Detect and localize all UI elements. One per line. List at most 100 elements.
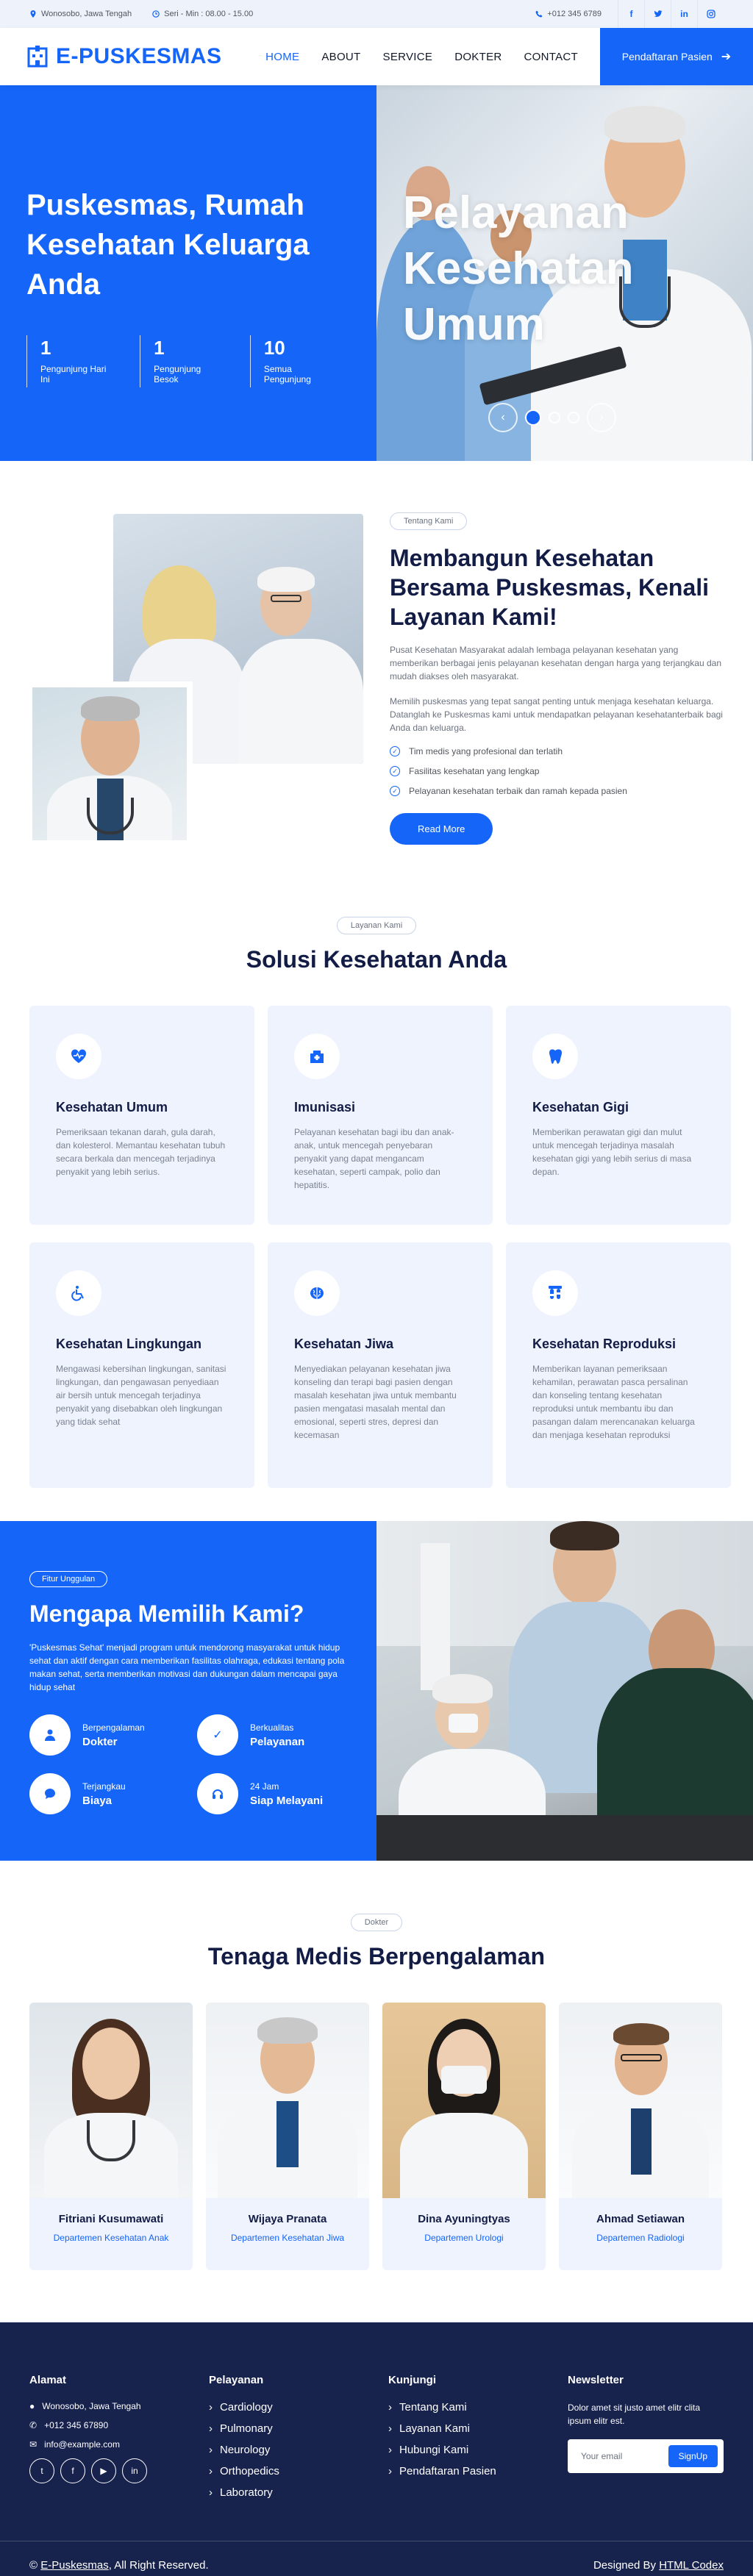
- footer-address-text: Wonosobo, Jawa Tengah: [42, 2401, 141, 2411]
- feature-item: Terjangkau Biaya: [29, 1773, 197, 1814]
- service-desc: Pemeriksaan tekanan darah, gula darah, d…: [56, 1127, 226, 1177]
- footer-link[interactable]: › Hubungi Kami: [388, 2444, 568, 2456]
- stat-tomorrow: 1 Pengunjung Besok: [140, 335, 237, 387]
- about-content: Tentang Kami Membangun Kesehatan Bersama…: [390, 512, 724, 845]
- hero-intro: Puskesmas, Rumah Kesehatan Keluarga Anda…: [0, 85, 376, 461]
- feature-label: Terjangkau: [82, 1781, 126, 1792]
- visitor-stats: 1 Pengunjung Hari Ini 1 Pengunjung Besok…: [26, 335, 350, 387]
- checklist-item: ✓ Tim medis yang profesional dan terlatih: [390, 746, 724, 756]
- service-card[interactable]: Kesehatan Umum Pemeriksaan tekanan darah…: [29, 1006, 254, 1225]
- twitter-icon[interactable]: t: [29, 2458, 54, 2483]
- service-title: Kesehatan Jiwa: [294, 1337, 394, 1351]
- doctor-card[interactable]: Ahmad Setiawan Departemen Radiologi: [559, 2003, 722, 2270]
- footer-services-col: Pelayanan › Cardiology › Pulmonary › Neurol…: [209, 2374, 388, 2508]
- about-checklist: ✓ Tim medis yang profesional dan terlatih…: [390, 746, 724, 796]
- carousel-dot-3[interactable]: [568, 412, 579, 423]
- doctor-name: Dina Ayuningtyas: [418, 2213, 510, 2225]
- instagram-icon[interactable]: [697, 0, 724, 28]
- doctor-card[interactable]: Dina Ayuningtyas Departemen Urologi: [382, 2003, 546, 2270]
- feature-label: Berpengalaman: [82, 1722, 145, 1733]
- chevron-right-icon: ›: [209, 2465, 213, 2477]
- nav-dokter[interactable]: DOKTER: [454, 51, 502, 63]
- doctor-department[interactable]: Departemen Radiologi: [559, 2233, 722, 2243]
- doctor-department[interactable]: Departemen Kesehatan Anak: [29, 2233, 193, 2243]
- footer-newsletter-col: Newsletter Dolor amet sit justo amet eli…: [568, 2374, 724, 2508]
- nav-home[interactable]: HOME: [265, 51, 299, 63]
- footer-link[interactable]: › Neurology: [209, 2444, 388, 2456]
- nav-about[interactable]: ABOUT: [321, 51, 360, 63]
- service-card[interactable]: Kesehatan Reproduksi Memberikan layanan …: [506, 1242, 731, 1488]
- about-title: Membangun Kesehatan Bersama Puskesmas, K…: [390, 545, 710, 630]
- services-pill: Layanan Kami: [336, 917, 417, 934]
- carousel-controls: ‹ ›: [488, 403, 616, 432]
- feature-value: Siap Melayani: [250, 1794, 324, 1807]
- youtube-icon[interactable]: ▶: [91, 2458, 116, 2483]
- footer-email-text: info@example.com: [44, 2439, 120, 2450]
- phone-icon: ✆: [29, 2420, 38, 2430]
- footer-phone: ✆ +012 345 67890: [29, 2420, 209, 2430]
- footer-link[interactable]: › Laboratory: [209, 2486, 388, 2499]
- checklist-item: ✓ Pelayanan kesehatan terbaik dan ramah k…: [390, 786, 724, 796]
- footer-email: ✉ info@example.com: [29, 2439, 209, 2450]
- hero-headline: Puskesmas, Rumah Kesehatan Keluarga Anda: [26, 189, 310, 301]
- service-card[interactable]: Kesehatan Gigi Memberikan perawatan gigi…: [506, 1006, 731, 1225]
- headset-icon: [197, 1773, 238, 1814]
- topbar-phone-text: +012 345 6789: [547, 10, 602, 18]
- facebook-icon[interactable]: f: [60, 2458, 85, 2483]
- why-pill: Fitur Unggulan: [29, 1571, 108, 1587]
- carousel-next-button[interactable]: ›: [587, 403, 616, 432]
- hero-slide-title: Pelayanan Kesehatan Umum: [403, 187, 634, 350]
- checklist-text: Fasilitas kesehatan yang lengkap: [409, 766, 540, 776]
- footer-link[interactable]: › Layanan Kami: [388, 2422, 568, 2435]
- feature-label: 24 Jam: [250, 1781, 279, 1792]
- twitter-icon[interactable]: [644, 0, 671, 28]
- copyright-link[interactable]: E-Puskesmas: [40, 2559, 109, 2572]
- footer-link[interactable]: › Cardiology: [209, 2401, 388, 2414]
- chevron-right-icon: ›: [388, 2444, 392, 2456]
- linkedin-icon[interactable]: in: [671, 0, 697, 28]
- service-card[interactable]: Kesehatan Lingkungan Mengawasi kebersiha…: [29, 1242, 254, 1488]
- checklist-item: ✓ Fasilitas kesehatan yang lengkap: [390, 766, 724, 776]
- doctor-department[interactable]: Departemen Urologi: [382, 2233, 546, 2243]
- register-patient-button[interactable]: Pendaftaran Pasien ➔: [600, 28, 753, 85]
- newsletter-email-input[interactable]: Your email: [581, 2451, 622, 2461]
- footer-link[interactable]: › Tentang Kami: [388, 2401, 568, 2414]
- service-card[interactable]: Imunisasi Pelayanan kesehatan bagi ibu d…: [268, 1006, 493, 1225]
- signup-button[interactable]: SignUp: [668, 2445, 718, 2467]
- feature-item: 24 Jam Siap Melayani: [197, 1773, 344, 1814]
- vial-icon: [532, 1270, 578, 1316]
- stat-all: 10 Semua Pengunjung: [249, 335, 350, 387]
- carousel-dot-1[interactable]: [525, 409, 541, 426]
- service-desc: Pelayanan kesehatan bagi ibu dan anak-an…: [294, 1127, 454, 1190]
- read-more-button[interactable]: Read More: [390, 813, 493, 845]
- nav-contact[interactable]: CONTACT: [524, 51, 578, 63]
- footer-link[interactable]: › Orthopedics: [209, 2465, 388, 2477]
- doctor-photo: [382, 2003, 546, 2198]
- footer-link[interactable]: › Pulmonary: [209, 2422, 388, 2435]
- carousel-prev-button[interactable]: ‹: [488, 403, 518, 432]
- why-section: Fitur Unggulan Mengapa Memilih Kami? 'Pu…: [0, 1521, 753, 1861]
- chevron-right-icon: ›: [388, 2401, 392, 2414]
- brand-name: E-PUSKESMAS: [56, 44, 222, 68]
- hospital-icon: [294, 1034, 340, 1079]
- services-section: Layanan Kami Solusi Kesehatan Anda Keseh…: [0, 895, 753, 1521]
- map-marker-icon: [30, 10, 36, 18]
- doctor-photo: [29, 2003, 193, 2198]
- brand-logo[interactable]: E-PUSKESMAS: [26, 44, 222, 69]
- arrow-right-icon: ➔: [721, 51, 732, 63]
- carousel-dot-2[interactable]: [549, 412, 560, 423]
- topbar-address-text: Wonosobo, Jawa Tengah: [41, 10, 132, 18]
- designer-link[interactable]: HTML Codex: [659, 2559, 724, 2572]
- footer-link[interactable]: › Pendaftaran Pasien: [388, 2465, 568, 2477]
- footer-services-title: Pelayanan: [209, 2374, 264, 2386]
- nav-service[interactable]: SERVICE: [383, 51, 433, 63]
- chevron-right-icon: ›: [209, 2486, 213, 2499]
- facebook-icon[interactable]: f: [618, 0, 644, 28]
- stat-all-label: Semua Pengunjung: [263, 364, 311, 384]
- navbar: E-PUSKESMAS HOME ABOUT SERVICE DOKTER CO…: [0, 28, 753, 85]
- doctor-card[interactable]: Wijaya Pranata Departemen Kesehatan Jiwa: [206, 2003, 369, 2270]
- linkedin-icon[interactable]: in: [122, 2458, 147, 2483]
- doctor-department[interactable]: Departemen Kesehatan Jiwa: [206, 2233, 369, 2243]
- doctor-card[interactable]: Fitriani Kusumawati Departemen Kesehatan…: [29, 2003, 193, 2270]
- service-card[interactable]: Kesehatan Jiwa Menyediakan pelayanan kes…: [268, 1242, 493, 1488]
